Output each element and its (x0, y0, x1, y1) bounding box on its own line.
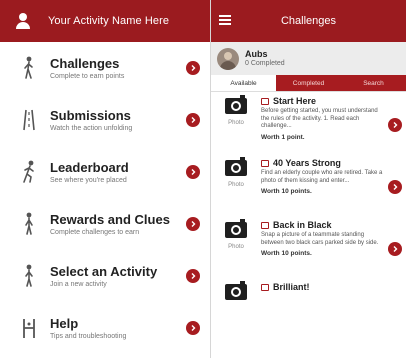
challenge-title: Start Here (273, 96, 317, 106)
door-icon (18, 313, 40, 343)
challenge-worth: Worth 1 point. (261, 133, 305, 141)
challenge-description: Find an elderly couple who are retired. … (261, 170, 383, 184)
challenge-item[interactable]: Photo Start Here Before getting started,… (211, 92, 406, 154)
challenge-title: Back in Black (273, 220, 332, 230)
challenge-title: Brilliant! (273, 282, 310, 292)
challenge-worth: Worth 10 points. (261, 188, 312, 195)
menu-item-challenges[interactable]: Challenges Complete to earn points (0, 42, 210, 94)
chevron-right-icon[interactable] (186, 269, 200, 283)
chevron-right-icon[interactable] (388, 242, 402, 256)
hamburger-menu-icon[interactable] (219, 15, 231, 25)
photo-label: Photo (228, 244, 244, 250)
menu-item-subtitle: See where you're placed (50, 176, 127, 184)
menu-item-subtitle: Complete to earn points (50, 72, 125, 80)
chevron-right-icon[interactable] (388, 180, 402, 194)
menu-item-leaderboard[interactable]: Leaderboard See where you're placed (0, 146, 210, 198)
chevron-right-icon[interactable] (186, 165, 200, 179)
side-menu-panel: Your Activity Name Here Challenges Compl… (0, 0, 211, 358)
person-walking-icon (18, 209, 40, 239)
menu-item-select-activity[interactable]: Select an Activity Join a new activity (0, 250, 210, 302)
flag-icon (261, 98, 269, 105)
challenges-panel: Challenges Aubs 0 Completed Available Co… (211, 0, 406, 358)
menu-item-help[interactable]: Help Tips and troubleshooting (0, 302, 210, 354)
chevron-right-icon[interactable] (186, 61, 200, 75)
activity-name: Your Activity Name Here (48, 15, 170, 27)
challenge-item[interactable]: Photo Back in Black Snap a picture of a … (211, 216, 406, 278)
user-icon[interactable] (14, 12, 32, 30)
chevron-right-icon[interactable] (388, 118, 402, 132)
chevron-right-icon[interactable] (186, 217, 200, 231)
challenge-description: Before getting started, you must underst… (261, 108, 378, 129)
menu-item-subtitle: Complete challenges to earn (50, 228, 140, 236)
camera-icon (225, 219, 247, 238)
menu-item-subtitle: Join a new activity (50, 280, 107, 288)
menu-item-subtitle: Tips and troubleshooting (50, 332, 127, 340)
runner-icon (18, 157, 40, 187)
menu-item-subtitle: Watch the action unfolding (50, 124, 133, 132)
flag-icon (261, 160, 269, 167)
road-icon (18, 105, 40, 135)
challenge-description: Snap a picture of a teammate standing be… (261, 232, 379, 246)
tab-search[interactable]: Search (341, 75, 406, 91)
menu-item-title: Challenges (50, 55, 120, 71)
menu-item-rewards-and-clues[interactable]: Rewards and Clues Complete challenges to… (0, 198, 210, 250)
flag-icon (261, 284, 269, 291)
tab-completed[interactable]: Completed (276, 75, 341, 91)
challenge-tabs: Available Completed Search (211, 75, 406, 92)
flag-icon (261, 222, 269, 229)
profile-bar: Aubs 0 Completed (211, 42, 406, 75)
challenge-item[interactable]: Photo 40 Years Strong Find an elderly co… (211, 154, 406, 216)
menu-item-title: Leaderboard (50, 159, 129, 175)
photo-label: Photo (228, 120, 244, 126)
challenge-title: 40 Years Strong (273, 158, 341, 168)
camera-icon (225, 281, 247, 300)
menu-item-title: Help (50, 315, 79, 331)
challenges-header: Challenges (211, 0, 406, 42)
page-title: Challenges (280, 15, 337, 27)
person-walking-icon (18, 53, 40, 83)
profile-status: 0 Completed (245, 60, 285, 67)
challenge-item[interactable]: Brilliant! (211, 278, 406, 340)
challenge-worth: Worth 10 points. (261, 250, 312, 257)
person-standing-icon (18, 261, 40, 291)
camera-icon (225, 95, 247, 114)
menu-item-submissions[interactable]: Submissions Watch the action unfolding (0, 94, 210, 146)
menu-item-title: Submissions (50, 107, 131, 123)
menu-item-title: Rewards and Clues (50, 211, 170, 227)
avatar[interactable] (217, 47, 239, 70)
chevron-right-icon[interactable] (186, 321, 200, 335)
profile-name: Aubs (245, 49, 268, 59)
photo-label: Photo (228, 182, 244, 188)
tab-available[interactable]: Available (211, 75, 276, 91)
menu-item-title: Select an Activity (50, 263, 158, 279)
chevron-right-icon[interactable] (186, 113, 200, 127)
side-menu-header: Your Activity Name Here (0, 0, 210, 42)
camera-icon (225, 157, 247, 176)
